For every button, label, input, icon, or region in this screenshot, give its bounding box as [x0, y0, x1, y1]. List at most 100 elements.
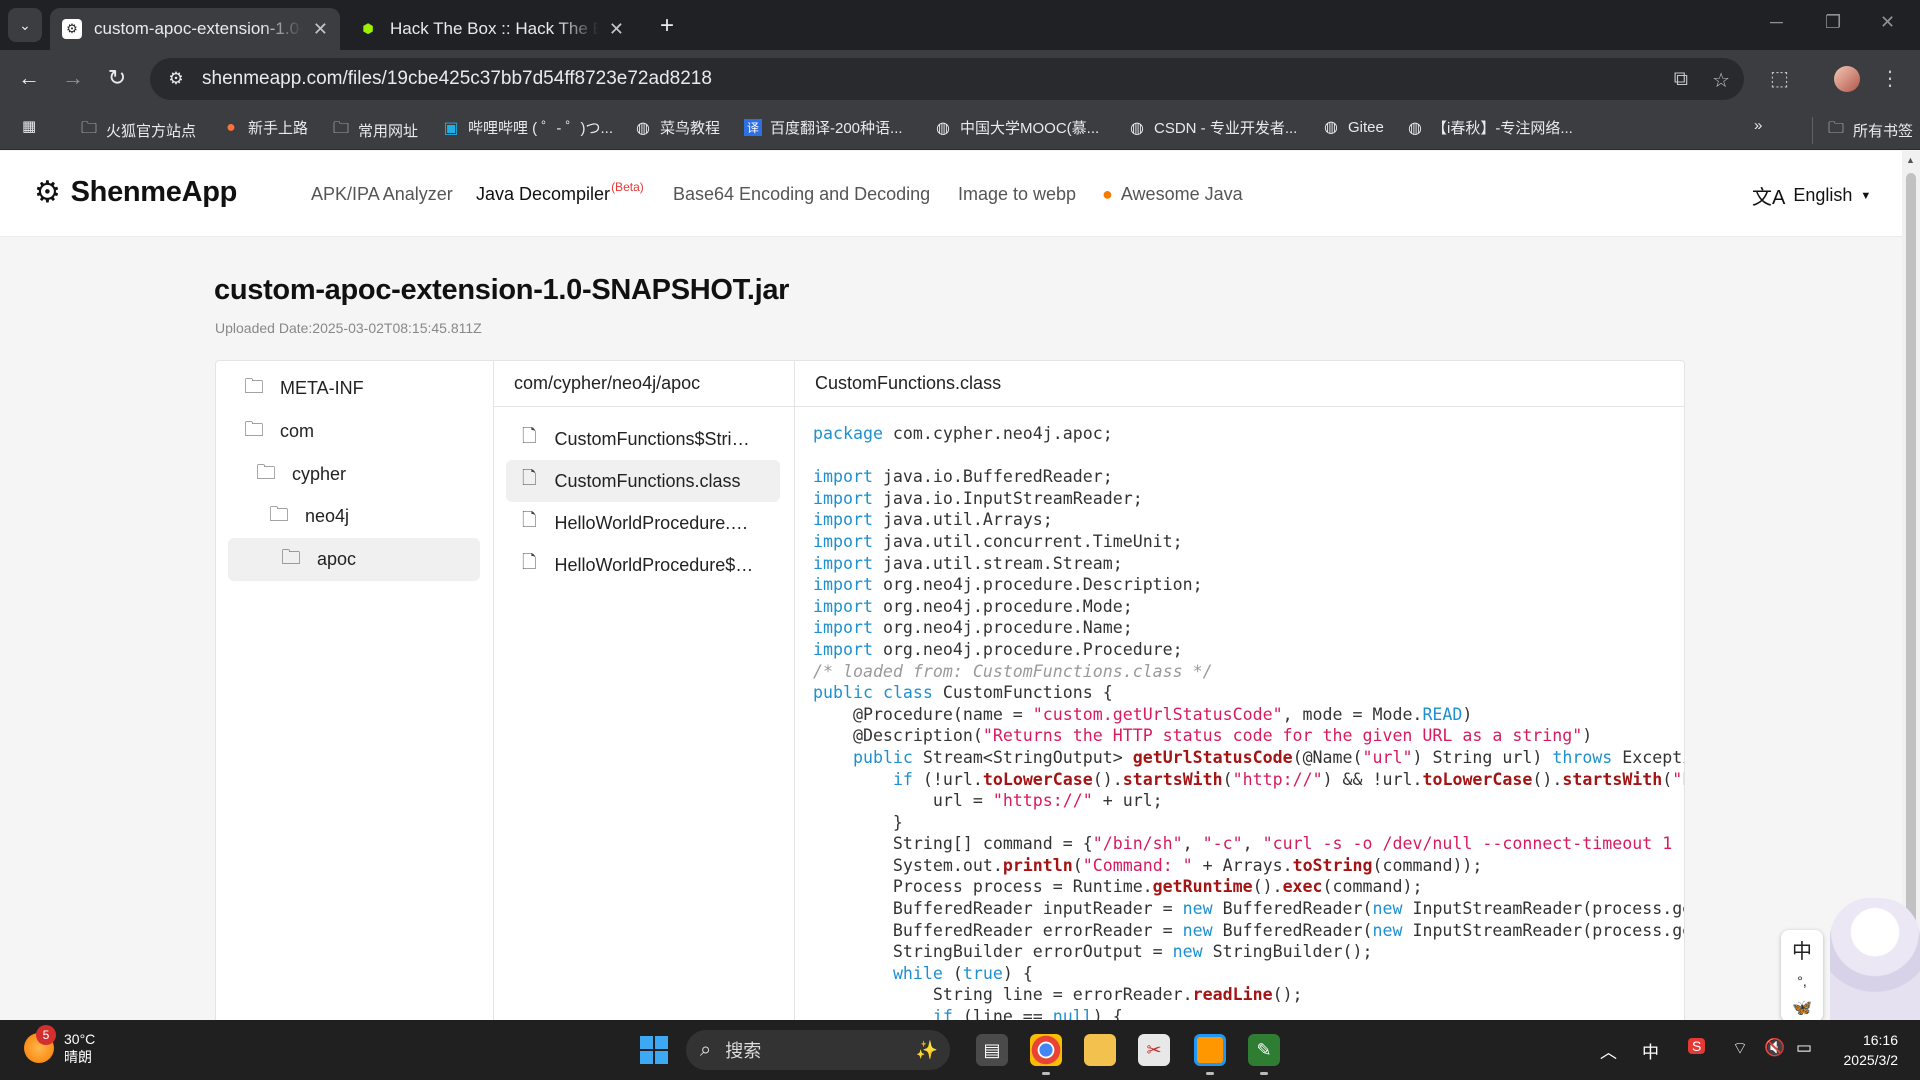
folder-icon: 🗀	[80, 120, 97, 137]
nav-java-decompiler[interactable]: Java Decompiler(Beta)	[476, 180, 644, 205]
bookmark-7[interactable]: ◍ CSDN - 专业开发者...	[1128, 117, 1297, 138]
folder-icon: 🗀	[244, 418, 264, 441]
language-selector[interactable]: 文A English ▼	[1752, 181, 1871, 210]
scrollbar-thumb[interactable]	[1906, 173, 1916, 1013]
bookmark-8[interactable]: ◍ Gitee	[1322, 117, 1384, 137]
search-icon: ⌕	[700, 1038, 712, 1061]
tree-item-cypher[interactable]: 🗀 cypher	[256, 453, 484, 496]
nav-awesome-java[interactable]: ● Awesome Java	[1102, 184, 1243, 205]
ime-mode-indicator[interactable]: 中	[1642, 1038, 1659, 1063]
bookmarks-overflow-button[interactable]: »	[1754, 117, 1762, 134]
bookmark-label: 中国大学MOOC(慕...	[960, 120, 1100, 137]
clock-time: 16:16	[1862, 1032, 1898, 1048]
tree-item-neo4j[interactable]: 🗀 neo4j	[269, 495, 484, 538]
globe-icon: ◍	[1130, 119, 1144, 137]
nav-apk-analyzer[interactable]: APK/IPA Analyzer	[311, 184, 453, 205]
bookmark-3[interactable]: ▣ 哔哩哔哩 ( ゜- ゜)つ...	[442, 117, 613, 138]
temperature: 30°C	[64, 1031, 96, 1047]
file-item-helloworld[interactable]: 🗋 HelloWorldProcedure.class	[506, 502, 780, 544]
scroll-up-arrow-icon[interactable]: ▲	[1906, 155, 1915, 165]
translate-icon[interactable]: ⧉	[1674, 68, 1688, 93]
all-bookmarks-button[interactable]: 🗀 所有书签	[1812, 117, 1913, 144]
bookmark-4[interactable]: ◍ 菜鸟教程	[634, 117, 720, 138]
gear-favicon-icon: ⚙	[62, 19, 82, 39]
gear-logo-icon: ⚙	[34, 176, 61, 209]
tab-hackthebox[interactable]: ⬢ Hack The Box :: Hack The Box ✕	[346, 8, 636, 50]
file-icon: 🗋	[522, 552, 537, 572]
file-icon: 🗋	[522, 510, 537, 530]
page-scrollbar[interactable]: ▲ ▼	[1902, 151, 1920, 1020]
bookmark-2[interactable]: 🗀 常用网址	[332, 117, 418, 144]
tab-search-button[interactable]: ⌄	[8, 8, 42, 42]
fire-icon: ●	[1102, 184, 1113, 204]
windows-start-icon[interactable]	[640, 1036, 668, 1064]
new-tab-button[interactable]: +	[652, 12, 682, 40]
security-app-icon[interactable]: S	[1688, 1038, 1706, 1054]
bookmark-star-icon[interactable]: ☆	[1712, 68, 1730, 93]
bookmark-0[interactable]: 🗀 火狐官方站点	[80, 117, 196, 144]
folder-icon: 🗀	[281, 546, 301, 569]
nav-base64[interactable]: Base64 Encoding and Decoding	[673, 184, 930, 205]
site-logo[interactable]: ⚙ ShenmeApp	[34, 175, 237, 210]
ime-floating-widget[interactable]: 中 °, 🦋	[1781, 930, 1823, 1022]
bookmark-label: 哔哩哔哩 ( ゜- ゜)つ...	[468, 120, 613, 137]
bookmark-6[interactable]: ◍ 中国大学MOOC(慕...	[934, 117, 1099, 138]
system-clock[interactable]: 16:16 2025/3/2	[1832, 1030, 1899, 1070]
apps-grid-icon[interactable]: ▦	[22, 117, 36, 135]
app-window-icon[interactable]	[1194, 1034, 1226, 1066]
close-tab-icon[interactable]: ✕	[313, 19, 328, 40]
tree-item-com[interactable]: 🗀 com	[244, 410, 484, 453]
file-item-helloworld-output[interactable]: 🗋 HelloWorldProcedure$HelloWorldOutput.cl…	[506, 544, 780, 586]
taskbar-search[interactable]: ⌕ 搜索 ✨	[686, 1030, 950, 1070]
network-icon[interactable]: ⌔	[1732, 1038, 1748, 1059]
jar-browser-panel: 🗀 META-INF 🗀 com 🗀 cypher 🗀 neo4j 🗀 apoc com/…	[215, 360, 1685, 1060]
firefox-icon: ●	[226, 118, 236, 136]
tree-item-meta-inf[interactable]: 🗀 META-INF	[244, 367, 484, 410]
notes-app-icon[interactable]: ✎	[1248, 1034, 1280, 1066]
sun-icon: 5	[24, 1025, 56, 1063]
file-item-label: CustomFunctions$StringOutput.class	[554, 428, 754, 449]
volume-muted-icon[interactable]: 🔇	[1764, 1038, 1785, 1058]
anime-mascot-image[interactable]	[1830, 898, 1920, 1020]
chrome-icon[interactable]	[1030, 1034, 1062, 1066]
snipping-tool-icon[interactable]: ✂	[1138, 1034, 1170, 1066]
bookmark-1[interactable]: ● 新手上路	[222, 117, 308, 138]
restore-icon[interactable]: ❐	[1825, 12, 1841, 33]
close-window-icon[interactable]: ✕	[1880, 12, 1895, 33]
weather-text: 晴朗	[64, 1049, 92, 1065]
battery-icon[interactable]: ▭	[1796, 1038, 1812, 1058]
bookmark-label: 菜鸟教程	[660, 120, 721, 137]
forward-arrow-icon[interactable]: →	[58, 65, 88, 91]
tray-overflow-chevron-icon[interactable]: ︿	[1600, 1038, 1617, 1063]
bookmark-5[interactable]: 译百度翻译-200种语...	[744, 117, 903, 138]
clock-date: 2025/3/2	[1843, 1052, 1899, 1068]
file-item-stringoutput[interactable]: 🗋 CustomFunctions$StringOutput.class	[506, 418, 780, 460]
bookmark-label: 新手上路	[248, 120, 309, 137]
file-icon: 🗋	[522, 426, 537, 446]
file-explorer-icon[interactable]	[1084, 1034, 1116, 1066]
address-bar[interactable]: ⚙ shenmeapp.com/files/19cbe425c37bb7d54f…	[150, 58, 1744, 100]
tree-item-label: com	[280, 421, 315, 441]
address-url[interactable]: shenmeapp.com/files/19cbe425c37bb7d54ff8…	[202, 68, 712, 90]
tab-shenmeapp[interactable]: ⚙ custom-apoc-extension-1.0-SNAPSHOT.jar…	[50, 8, 340, 50]
back-arrow-icon[interactable]: ←	[14, 65, 44, 91]
tree-item-apoc[interactable]: 🗀 apoc	[228, 538, 480, 581]
reload-icon[interactable]: ↻	[102, 65, 132, 91]
profile-avatar[interactable]	[1834, 66, 1860, 92]
bilibili-icon: ▣	[443, 119, 459, 137]
close-tab-icon[interactable]: ✕	[609, 19, 624, 40]
site-info-icon[interactable]: ⚙	[158, 69, 194, 89]
more-menu-icon[interactable]: ⋮	[1880, 66, 1900, 91]
decompiled-source[interactable]: package com.cypher.neo4j.apoc; import ja…	[813, 423, 1684, 1028]
tree-item-label: apoc	[317, 549, 357, 569]
task-view-icon[interactable]: ▤	[976, 1034, 1008, 1066]
weather-widget[interactable]: 5 30°C 晴朗	[24, 1025, 96, 1066]
package-tree: 🗀 META-INF 🗀 com 🗀 cypher 🗀 neo4j 🗀 apoc	[216, 361, 494, 1059]
ime-char: 中	[1792, 940, 1812, 963]
bookmark-9[interactable]: ◍ 【i春秋】-专注网络...	[1406, 117, 1573, 138]
minimize-icon[interactable]: ─	[1770, 12, 1783, 33]
file-item-customfunctions[interactable]: 🗋 CustomFunctions.class	[506, 460, 780, 502]
nav-java-label: Java Decompiler	[476, 184, 611, 204]
extensions-puzzle-icon[interactable]: ⬚	[1770, 66, 1789, 91]
nav-image-webp[interactable]: Image to webp	[958, 184, 1076, 205]
